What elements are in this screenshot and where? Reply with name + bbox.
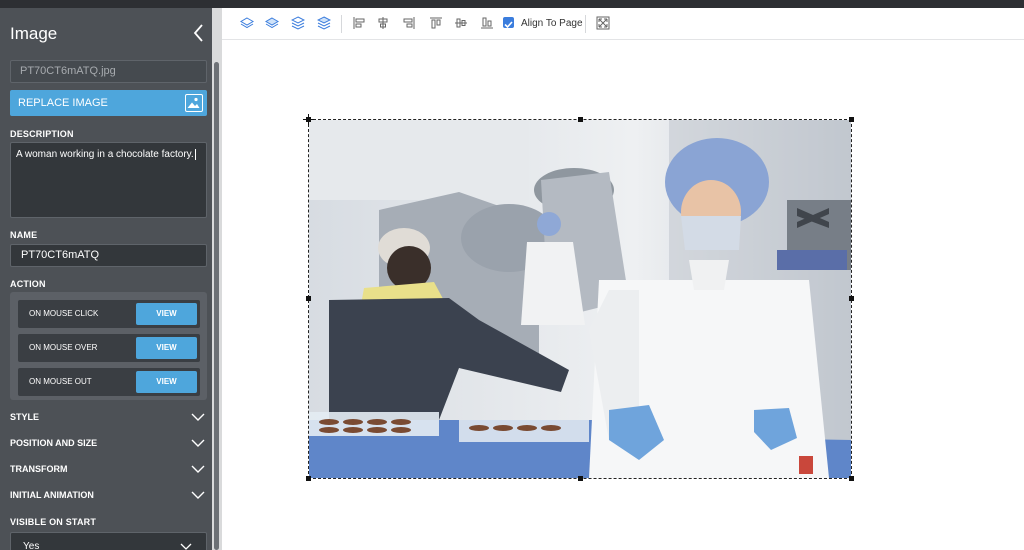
top-bar	[0, 0, 1024, 8]
panel-title: Image	[10, 24, 58, 43]
checkmark-icon	[504, 21, 513, 29]
chevron-down-icon	[191, 413, 205, 421]
selected-image-frame[interactable]	[308, 119, 852, 479]
layer-bring-forward-icon[interactable]	[265, 16, 279, 30]
resize-handle-left[interactable]	[306, 296, 311, 301]
resize-handle-top-right[interactable]	[849, 117, 854, 122]
align-to-page-label: Align To Page	[521, 18, 583, 29]
chevron-down-icon	[191, 491, 205, 499]
section-transform-label: TRANSFORM	[10, 464, 68, 474]
chevron-left-icon	[193, 24, 203, 42]
align-center-icon[interactable]	[376, 16, 390, 30]
toolbar-separator	[585, 15, 586, 33]
description-label: DESCRIPTION	[10, 129, 74, 139]
view-mouse-click-button[interactable]: VIEW	[136, 303, 197, 325]
description-textarea[interactable]: A woman working in a chocolate factory.	[10, 142, 207, 218]
align-left-icon[interactable]	[352, 16, 366, 30]
resize-handle-bottom-right[interactable]	[849, 476, 854, 481]
view-mouse-over-button[interactable]: VIEW	[136, 337, 197, 359]
chevron-down-icon	[180, 543, 192, 550]
align-bottom-icon[interactable]	[480, 16, 494, 30]
description-text: A woman working in a chocolate factory.	[16, 149, 194, 161]
action-row-mouse-over: ON MOUSE OVER VIEW	[18, 334, 200, 362]
action-label: ACTION	[10, 279, 46, 289]
resize-handle-top[interactable]	[578, 117, 583, 122]
align-top-icon[interactable]	[429, 16, 443, 30]
action-row-mouse-out: ON MOUSE OUT VIEW	[18, 368, 200, 396]
align-middle-icon[interactable]	[454, 16, 468, 30]
chocolate-factory-photo	[309, 120, 851, 478]
name-input[interactable]: PT70CT6mATQ	[10, 244, 207, 267]
replace-image-label: REPLACE IMAGE	[18, 97, 108, 109]
action-row-label: ON MOUSE CLICK	[29, 309, 99, 318]
properties-panel: Image PT70CT6mATQ.jpg REPLACE IMAGE DESC…	[0, 8, 212, 550]
layer-send-backward-icon[interactable]	[291, 16, 305, 30]
image-file-name-field[interactable]: PT70CT6mATQ.jpg	[10, 60, 207, 83]
visible-on-start-value: Yes	[23, 541, 40, 550]
text-cursor	[194, 149, 196, 160]
section-position-and-size[interactable]: POSITION AND SIZE	[10, 438, 207, 452]
section-style-label: STYLE	[10, 412, 40, 422]
layer-send-back-icon[interactable]	[317, 16, 331, 30]
view-mouse-out-button[interactable]: VIEW	[136, 371, 197, 393]
action-row-label: ON MOUSE OUT	[29, 377, 92, 386]
replace-image-button[interactable]: REPLACE IMAGE	[10, 90, 207, 116]
toolbar: Align To Page	[222, 8, 1024, 40]
resize-handle-right[interactable]	[849, 296, 854, 301]
visible-on-start-label: VISIBLE ON START	[10, 517, 97, 527]
section-style[interactable]: STYLE	[10, 412, 207, 426]
visible-on-start-select[interactable]: Yes	[10, 532, 207, 550]
move-crosshair-icon[interactable]	[303, 114, 314, 125]
resize-handle-bottom[interactable]	[578, 476, 583, 481]
action-row-mouse-click: ON MOUSE CLICK VIEW	[18, 300, 200, 328]
section-initial-animation[interactable]: INITIAL ANIMATION	[10, 490, 207, 504]
section-position-label: POSITION AND SIZE	[10, 438, 98, 448]
panel-scrollbar-thumb[interactable]	[214, 62, 219, 550]
name-label: NAME	[10, 230, 38, 240]
section-animation-label: INITIAL ANIMATION	[10, 490, 94, 500]
action-group: ON MOUSE CLICK VIEW ON MOUSE OVER VIEW O…	[10, 292, 207, 400]
image-icon	[185, 94, 203, 112]
resize-handle-bottom-left[interactable]	[306, 476, 311, 481]
action-row-label: ON MOUSE OVER	[29, 343, 98, 352]
chevron-down-icon	[191, 465, 205, 473]
editor-canvas[interactable]	[222, 41, 1024, 550]
collapse-panel-button[interactable]	[190, 22, 208, 44]
layer-bring-front-icon[interactable]	[240, 16, 254, 30]
chevron-down-icon	[191, 439, 205, 447]
align-to-page-checkbox[interactable]	[503, 17, 514, 29]
align-right-icon[interactable]	[402, 16, 416, 30]
fit-to-page-icon[interactable]	[596, 16, 610, 30]
toolbar-separator	[341, 15, 342, 33]
section-transform[interactable]: TRANSFORM	[10, 464, 207, 478]
